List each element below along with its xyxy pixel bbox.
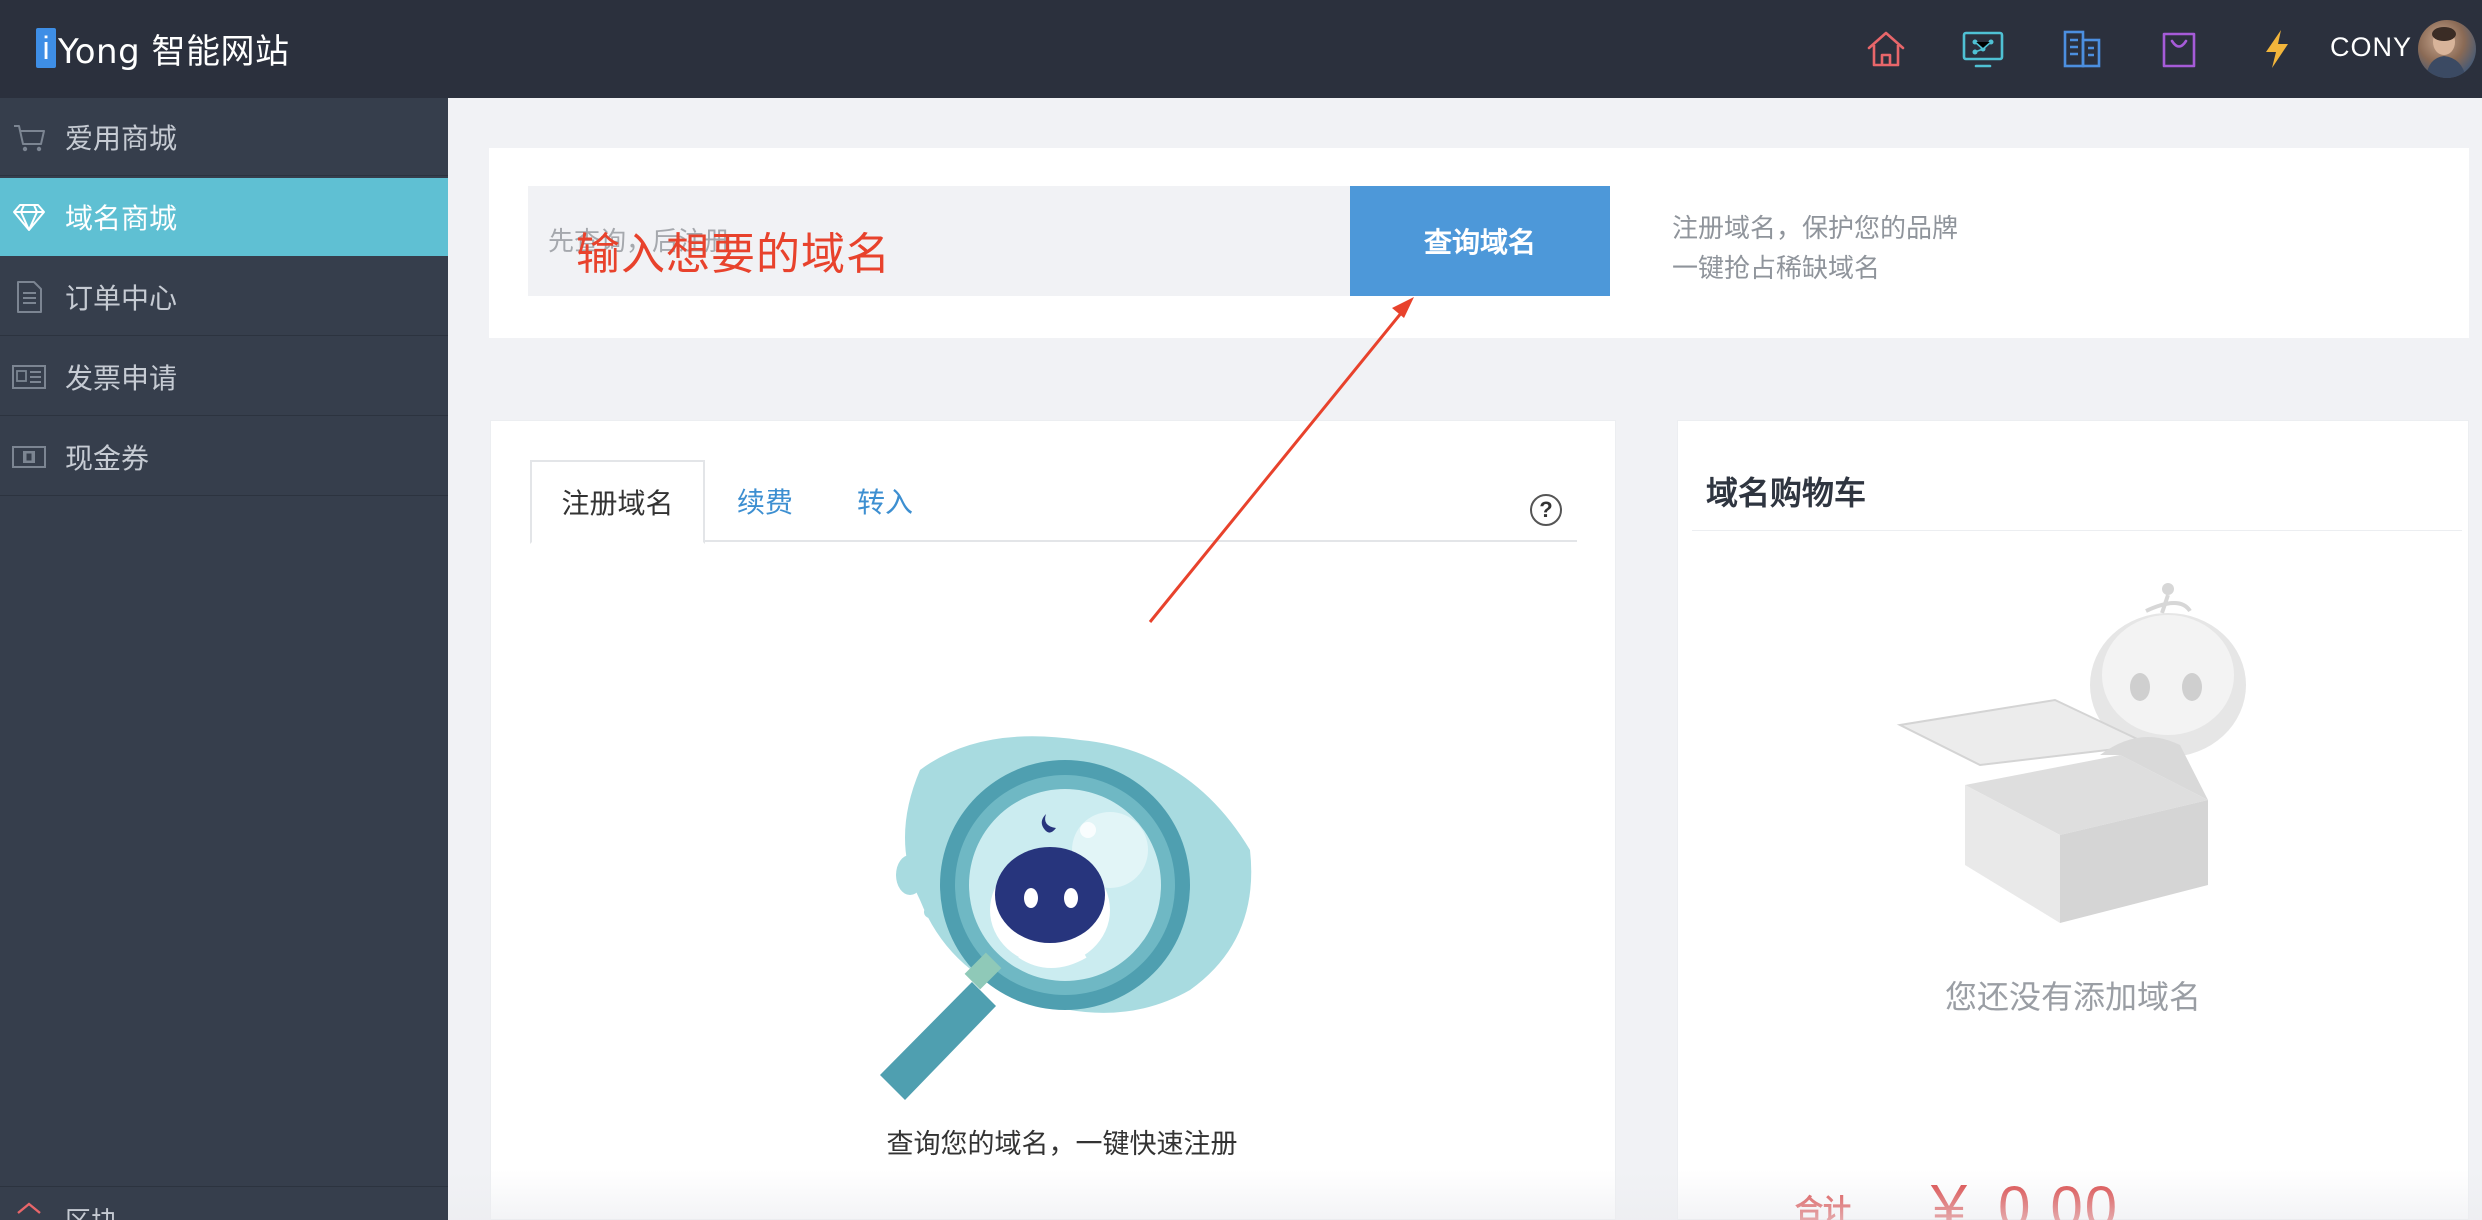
sidebar-item-mall[interactable]: 爱用商城 <box>0 98 448 176</box>
lightning-icon[interactable] <box>2252 24 2302 74</box>
sidebar-item-label: 域名商城 <box>65 203 178 234</box>
search-slogan: 注册域名，保护您的品牌 一键抢占稀缺域名 <box>1672 208 1958 288</box>
bag-icon[interactable] <box>2154 24 2204 74</box>
sidebar-item-label: 发票申请 <box>65 362 178 394</box>
sidebar-item-domain-mall[interactable]: 域名商城 <box>0 178 448 256</box>
total-label: 合计 <box>1795 1194 1852 1220</box>
invoice-icon <box>12 365 46 389</box>
cart-icon <box>14 125 45 152</box>
search-domain-button[interactable]: 查询域名 <box>1350 186 1610 296</box>
tab-renew[interactable]: 续费 <box>705 460 825 542</box>
help-icon[interactable]: ? <box>1530 494 1562 526</box>
diamond-icon <box>13 204 45 231</box>
sidebar-item-label: 爱用商城 <box>65 122 178 154</box>
building-icon[interactable] <box>2057 24 2107 74</box>
sidebar-bottom-label: 区块 <box>65 1201 117 1220</box>
cart-empty-text: 您还没有添加域名 <box>1944 979 2201 1015</box>
search-robot-illustration <box>880 736 1252 1100</box>
slogan-line: 注册域名，保护您的品牌 <box>1672 213 1959 243</box>
sidebar-item-label: 订单中心 <box>65 282 178 314</box>
user-name[interactable]: CONY <box>2330 32 2412 63</box>
sidebar-item-coupon[interactable]: 现金券 <box>0 418 448 496</box>
site-logo[interactable]: i Yong 智能网站 <box>36 24 290 72</box>
dashboard-icon[interactable] <box>1958 24 2008 74</box>
sidebar-item-invoice[interactable]: 发票申请 <box>0 338 448 416</box>
logo-mark: i <box>36 28 56 68</box>
cash-icon <box>12 446 46 468</box>
home-icon <box>17 1202 41 1214</box>
sidebar-bottom-item[interactable]: 区块 <box>0 1186 448 1220</box>
sidebar-item-label: 现金券 <box>65 442 150 474</box>
annotation-text: 输入想要的域名 <box>576 229 891 280</box>
cart-title: 域名购物车 <box>1706 475 1867 511</box>
register-caption: 查询您的域名，一键快速注册 <box>886 1129 1238 1159</box>
home-icon[interactable] <box>1861 24 1911 74</box>
avatar[interactable] <box>2418 20 2476 78</box>
empty-cart-illustration <box>1896 583 2246 923</box>
tab-register-domain[interactable]: 注册域名 <box>530 460 705 544</box>
logo-text: Yong 智能网站 <box>58 31 290 72</box>
cart-divider <box>1692 530 2462 531</box>
tab-transfer[interactable]: 转入 <box>825 460 945 542</box>
register-tabs: 注册域名 续费 转入 <box>530 460 1577 544</box>
top-header: i Yong 智能网站 CONY <box>0 0 2482 98</box>
avatar-image <box>2426 27 2466 78</box>
document-icon <box>17 281 42 313</box>
total-value: ￥ 0.00 <box>1920 1175 2119 1220</box>
sidebar-item-orders[interactable]: 订单中心 <box>0 258 448 336</box>
slogan-line: 一键抢占稀缺域名 <box>1672 253 1881 283</box>
